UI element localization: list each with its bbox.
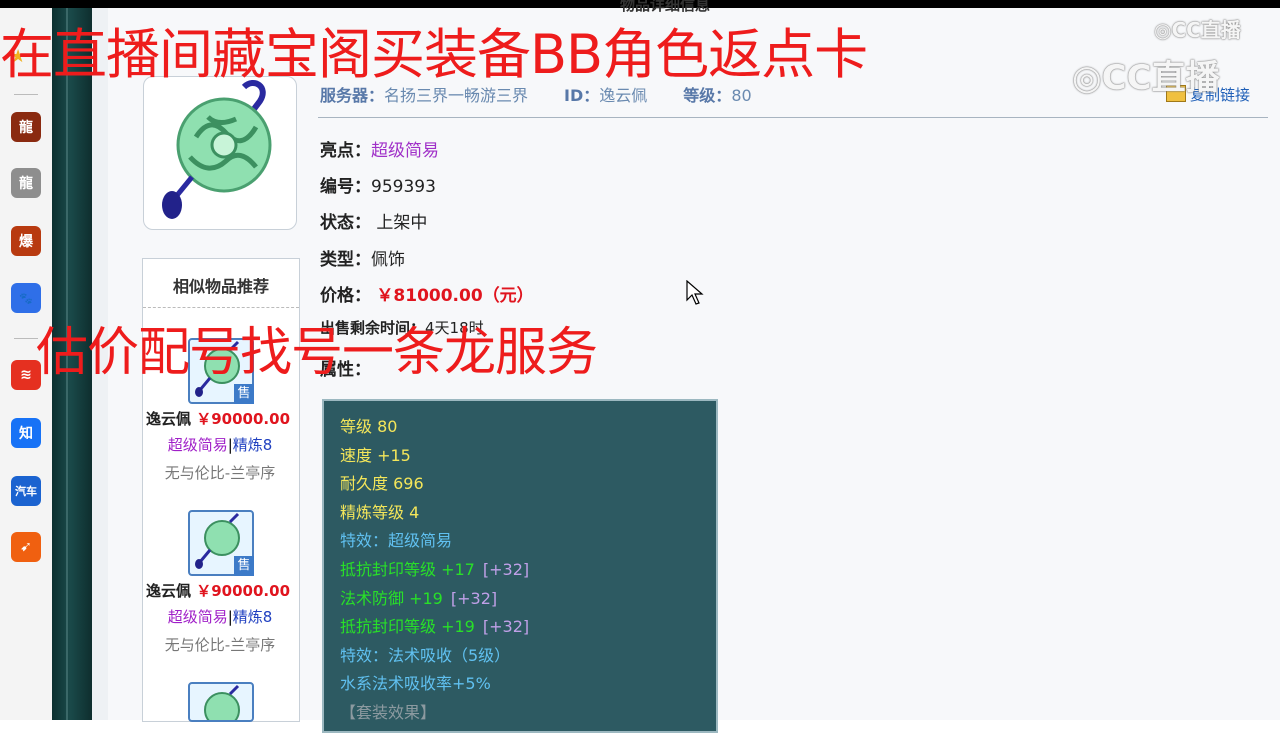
- attribute-text: 水系法术吸收率+5%: [340, 674, 491, 694]
- similar-item-title: 逸云佩: [146, 582, 192, 600]
- dragon-game-icon[interactable]: 龍: [11, 112, 41, 142]
- attribute-text: 耐久度 696: [340, 474, 424, 494]
- jade-pendant-icon: [204, 684, 240, 720]
- attribute-line: 等级 80: [340, 413, 397, 437]
- similar-item-tags: 超级简易|精炼8: [142, 606, 298, 627]
- similar-item-tags: 超级简易|精炼8: [142, 434, 298, 455]
- promo-caption-top: 在直播间藏宝阁买装备BB角色返点卡: [0, 23, 868, 86]
- price-row: 价格： ￥81000.00（元）: [320, 281, 534, 306]
- attribute-bonus: [+32]: [482, 560, 530, 579]
- attribute-line: 水系法术吸收率+5%: [340, 670, 491, 694]
- baidu-paw-icon[interactable]: 🐾: [11, 283, 41, 313]
- attribute-line: 特效：超级简易: [340, 527, 452, 551]
- plane-app-icon[interactable]: ➹: [11, 532, 41, 562]
- attribute-text: 【套装效果】: [340, 703, 437, 722]
- similar-item-thumbnail[interactable]: 售: [188, 510, 254, 576]
- attribute-bonus: [+32]: [450, 588, 498, 608]
- attribute-line: 速度 +15: [340, 442, 411, 466]
- highlight-value[interactable]: 超级简易: [371, 141, 439, 161]
- attribute-text: 抵抗封印等级 +17: [340, 560, 475, 579]
- similar-item-price: ￥90000.00: [196, 582, 291, 600]
- attribute-line: 精炼等级 4: [340, 499, 419, 523]
- header-divider: [318, 117, 1268, 118]
- highlight-row: 亮点：超级简易: [320, 136, 439, 161]
- attribute-text: 特效：超级简易: [340, 531, 453, 551]
- autohome-icon[interactable]: 汽车: [11, 476, 41, 506]
- blast-game-icon[interactable]: 爆: [11, 226, 41, 256]
- cc-live-watermark-large: ◎CC直播: [1072, 58, 1220, 98]
- type-label: 类型：: [320, 250, 371, 270]
- cc-live-watermark-small: ◎CC直播: [1154, 18, 1241, 42]
- attribute-line: 法术防御 +19 [+32]: [340, 585, 497, 609]
- attribute-text: 法术防御 +19: [340, 588, 443, 608]
- similar-item-title: 逸云佩: [146, 410, 192, 428]
- mouse-cursor-icon: [686, 280, 704, 305]
- sidebar-divider: [14, 338, 38, 339]
- type-row: 类型：佩饰: [320, 245, 405, 270]
- similar-item-server: 无与伦比-兰亭序: [164, 464, 276, 482]
- attribute-line: 【套装效果】: [340, 699, 436, 723]
- number-label: 编号：: [320, 177, 371, 197]
- status-value: 上架中: [376, 213, 428, 233]
- attribute-line: 抵抗封印等级 +19 [+32]: [340, 613, 529, 637]
- attribute-line: 耐久度 696: [340, 470, 424, 494]
- similar-item-name[interactable]: 逸云佩 ￥90000.00: [146, 580, 290, 601]
- status-row: 状态： 上架中: [320, 208, 427, 233]
- number-row: 编号：959393: [320, 172, 436, 197]
- similar-item-highlight: 超级简易: [167, 608, 228, 626]
- type-value: 佩饰: [371, 250, 405, 270]
- highlight-label: 亮点：: [320, 141, 371, 161]
- jade-pendant-icon: [162, 80, 272, 219]
- similar-item-refine: 精炼8: [232, 608, 273, 626]
- promo-caption-middle: 估价配号找号一条龙服务: [36, 323, 598, 383]
- attribute-bonus: [+32]: [482, 617, 530, 637]
- long-app-icon[interactable]: 龍: [11, 168, 41, 198]
- attribute-text: 等级 80: [340, 417, 398, 436]
- similar-items-title: 相似物品推荐: [172, 277, 269, 296]
- attribute-line: 特效：法术吸收（5级）: [340, 642, 510, 666]
- attributes-panel: 等级 80 速度 +15 耐久度 696 精炼等级 4 特效：超级简易抵抗封印等级 +1…: [322, 399, 718, 733]
- attribute-text: 抵抗封印等级 +19: [340, 617, 475, 637]
- attribute-text: 精炼等级 4: [340, 502, 420, 522]
- similar-item-price: ￥90000.00: [196, 410, 291, 428]
- for-sale-badge: 售: [234, 556, 254, 576]
- sidebar-divider: [14, 94, 38, 95]
- zhihu-icon[interactable]: 知: [11, 418, 41, 448]
- attribute-text: 特效：法术吸收（5级）: [340, 645, 511, 665]
- attribute-text: 速度 +15: [340, 445, 411, 465]
- similar-item-refine: 精炼8: [232, 436, 273, 454]
- similar-divider: [143, 307, 299, 308]
- price-value: ￥81000.00（元）: [376, 286, 534, 306]
- number-value: 959393: [371, 177, 436, 197]
- similar-item-server: 无与伦比-兰亭序: [164, 636, 276, 654]
- similar-item-name[interactable]: 逸云佩 ￥90000.00: [146, 408, 290, 429]
- for-sale-badge: 售: [234, 384, 254, 404]
- status-label: 状态：: [320, 213, 371, 233]
- price-label: 价格：: [320, 286, 371, 306]
- item-image-frame: [143, 76, 297, 230]
- similar-item-thumbnail[interactable]: [188, 682, 254, 722]
- similar-item-highlight: 超级简易: [167, 436, 228, 454]
- attribute-line: 抵抗封印等级 +17 [+32]: [340, 556, 529, 580]
